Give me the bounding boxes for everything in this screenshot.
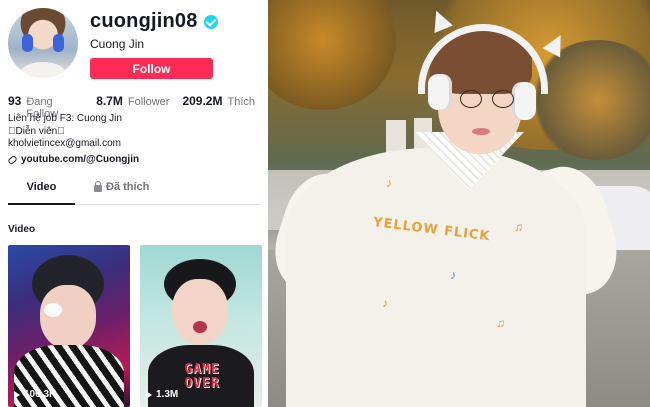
- headphone-cup-left: [428, 74, 452, 110]
- video-views: 1.3M: [146, 389, 178, 400]
- music-note-icon: ♪: [382, 296, 388, 310]
- nickname: Cuong Jin: [90, 37, 145, 51]
- link-icon: [7, 154, 18, 165]
- thumbnail-overlay-text: GAME OVER: [184, 362, 220, 391]
- stat-likes-value: 209.2M: [182, 94, 223, 108]
- stat-followers[interactable]: 8.7M Follower: [96, 94, 169, 108]
- follow-button[interactable]: Follow: [90, 58, 213, 79]
- bio-line: kholvietincex@gmail.com: [8, 138, 121, 149]
- profile-photo: YELLOW FLICK ♪ ♫ ♪ ♪ ♫: [268, 0, 650, 407]
- avatar-headphone-left: [22, 34, 33, 52]
- tshirt: [286, 148, 586, 407]
- lips: [472, 128, 490, 135]
- video-views-count: 100.3K: [24, 389, 57, 400]
- play-icon: [14, 390, 20, 399]
- play-icon: [146, 390, 152, 399]
- stat-following-value: 93: [8, 94, 22, 108]
- username: cuongjin08: [90, 10, 198, 32]
- music-note-icon: ♫: [496, 316, 505, 330]
- thumbnail-face: [40, 285, 96, 349]
- thumbnail-face: [172, 279, 228, 345]
- profile-link-text: youtube.com/@Cuongjin: [21, 154, 140, 165]
- tab-video[interactable]: Video: [8, 181, 75, 205]
- thumbnail-eyepatch: [44, 303, 62, 317]
- verified-icon: [203, 14, 218, 29]
- lock-icon: [94, 181, 102, 192]
- profile-tabs: Video Đã thích: [8, 181, 260, 205]
- profile-link[interactable]: youtube.com/@Cuongjin: [7, 154, 140, 165]
- profile-bio: Liên hệ job F3: Cuong Jin 􏰀Diễn viên􏰀 kh…: [8, 113, 263, 151]
- headphone-cup-right: [512, 82, 536, 120]
- tab-liked-label: Đã thích: [106, 181, 150, 193]
- avatar-headphone-right: [53, 34, 64, 52]
- stat-likes: 209.2M Thích: [182, 94, 255, 108]
- avatar[interactable]: [8, 8, 78, 78]
- username-row: cuongjin08: [90, 10, 218, 33]
- stat-likes-label: Thích: [227, 96, 255, 108]
- music-note-icon: ♪: [386, 176, 392, 190]
- music-note-icon: ♪: [450, 268, 456, 282]
- video-thumbnail[interactable]: GAME OVER 1.3M: [140, 245, 262, 407]
- video-views: 100.3K: [14, 389, 56, 400]
- video-thumbnail[interactable]: 100.3K: [8, 245, 130, 407]
- bio-line: Liên hệ job F3: Cuong Jin: [8, 113, 122, 124]
- background-foliage: [268, 0, 398, 110]
- section-title: Video: [8, 224, 36, 235]
- stat-followers-value: 8.7M: [96, 94, 123, 108]
- thumbnail-mouth: [193, 321, 207, 333]
- stat-followers-label: Follower: [127, 96, 170, 108]
- glasses: [460, 90, 514, 108]
- avatar-shirt: [20, 62, 66, 78]
- tab-liked[interactable]: Đã thích: [94, 181, 149, 205]
- profile-panel: cuongjin08 Cuong Jin Follow 93 Đang Foll…: [0, 0, 268, 407]
- video-views-count: 1.3M: [156, 389, 179, 400]
- tab-video-label: Video: [26, 181, 57, 193]
- bio-line: 􏰀Diễn viên􏰀: [8, 125, 65, 137]
- music-note-icon: ♫: [514, 220, 523, 234]
